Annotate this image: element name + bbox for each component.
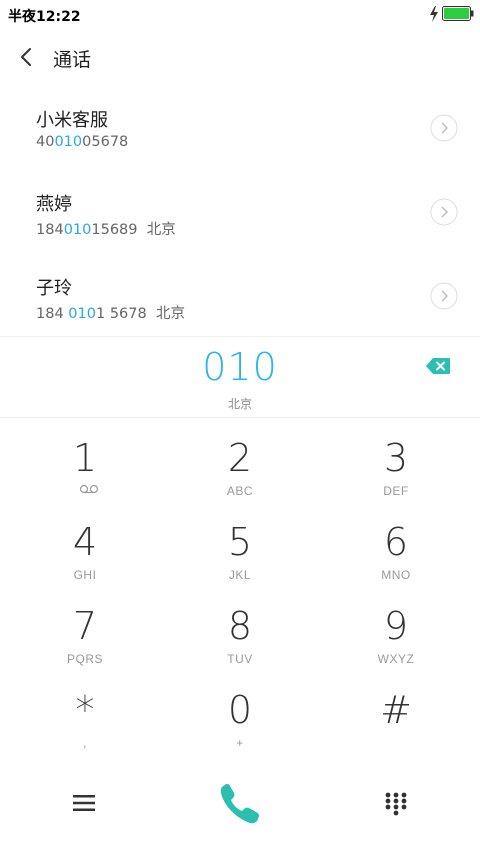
key-hash[interactable]: #: [316, 670, 476, 754]
key-digit: 6: [383, 520, 409, 564]
key-letters: MNO: [381, 568, 411, 582]
backspace-icon[interactable]: [425, 357, 451, 375]
back-icon[interactable]: [16, 44, 38, 70]
contact-detail-button[interactable]: [430, 198, 458, 226]
key-2[interactable]: 2 ABC: [160, 418, 320, 502]
contact-name: 小米客服: [36, 110, 108, 131]
key-digit: *: [75, 688, 95, 732]
key-8[interactable]: 8 TUV: [160, 586, 320, 670]
page-title: 通话: [53, 49, 92, 71]
key-digit: 9: [383, 604, 409, 648]
key-digit: 7: [72, 604, 98, 648]
contact-detail-button[interactable]: [430, 282, 458, 310]
key-9[interactable]: 9 WXYZ: [316, 586, 476, 670]
contact-number: 184 0101 5678 北京: [36, 306, 185, 322]
contact-row[interactable]: 小米客服 4001005678: [0, 88, 480, 172]
key-digit: 4: [72, 520, 98, 564]
bottom-bar: [0, 766, 480, 853]
status-time: 半夜12:22: [8, 9, 81, 25]
key-letters: GHI: [73, 568, 97, 582]
key-3[interactable]: 3 DEF: [316, 418, 476, 502]
key-letters: WXYZ: [377, 652, 415, 666]
key-4[interactable]: 4 GHI: [5, 502, 165, 586]
status-bar: 半夜12:22: [0, 0, 480, 28]
dialed-location: 北京: [227, 397, 252, 411]
menu-icon[interactable]: [73, 794, 95, 812]
contact-number: 18401015689 北京: [36, 222, 176, 238]
key-letters: ,: [83, 736, 87, 750]
dialed-number: 010: [202, 345, 278, 389]
dialpad-icon[interactable]: [385, 792, 407, 816]
header: 通话: [0, 28, 480, 88]
key-digit: 8: [227, 604, 253, 648]
key-letters: DEF: [383, 484, 409, 498]
key-digit: #: [380, 688, 412, 732]
key-letters: TUV: [227, 652, 253, 666]
charging-icon: [430, 6, 438, 22]
key-digit: 2: [227, 436, 253, 480]
key-letters: ABC: [226, 484, 254, 498]
key-star[interactable]: * ,: [5, 670, 165, 754]
contact-name: 燕婷: [36, 194, 72, 215]
key-digit: 1: [72, 436, 98, 480]
contact-name: 子玲: [36, 278, 72, 299]
key-digit: 3: [383, 436, 409, 480]
key-digit: 0: [227, 688, 253, 732]
number-display: 010 北京: [0, 336, 480, 418]
key-digit: 5: [227, 520, 253, 564]
contact-row[interactable]: 子玲 184 0101 5678 北京: [0, 256, 480, 340]
voicemail-icon: [79, 484, 99, 494]
contact-detail-button[interactable]: [430, 114, 458, 142]
contact-number: 4001005678: [36, 134, 129, 150]
contact-row[interactable]: 燕婷 18401015689 北京: [0, 172, 480, 256]
key-5[interactable]: 5 JKL: [160, 502, 320, 586]
key-letters: PQRS: [66, 652, 103, 666]
key-7[interactable]: 7 PQRS: [5, 586, 165, 670]
key-letters: +: [236, 736, 244, 750]
key-letters: JKL: [228, 568, 252, 582]
key-6[interactable]: 6 MNO: [316, 502, 476, 586]
key-1[interactable]: 1: [5, 418, 165, 502]
battery-icon: [442, 6, 474, 21]
key-0[interactable]: 0 +: [160, 670, 320, 754]
call-button[interactable]: [216, 780, 264, 828]
